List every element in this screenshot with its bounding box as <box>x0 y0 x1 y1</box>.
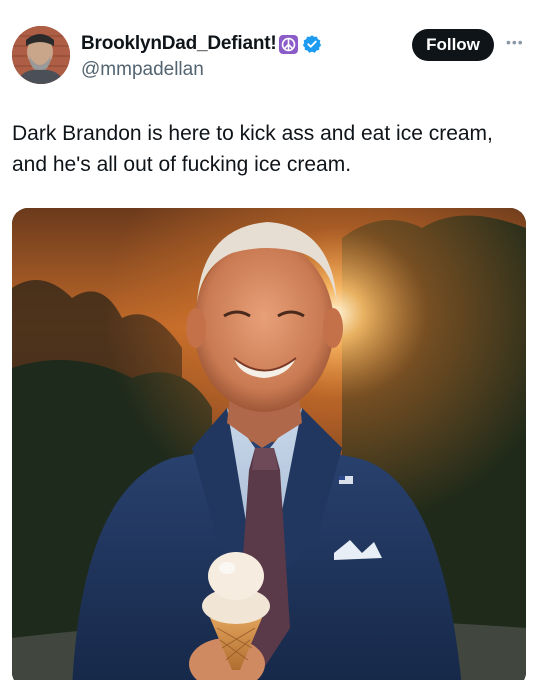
tweet-text-line-1: Dark Brandon is here to kick ass and eat… <box>12 122 493 145</box>
handle[interactable]: @mmpadellan <box>81 59 322 81</box>
name-row: BrooklynDad_Defiant! <box>81 33 322 55</box>
photo-image <box>12 208 526 680</box>
verified-badge-icon <box>302 34 322 54</box>
display-name[interactable]: BrooklynDad_Defiant! <box>81 33 277 55</box>
tweet-header: BrooklynDad_Defiant! @mmpadellan Follow … <box>12 26 526 86</box>
avatar-image <box>12 26 70 84</box>
avatar[interactable] <box>12 26 70 84</box>
tweet-photo[interactable] <box>12 208 526 680</box>
tweet-card: BrooklynDad_Defiant! @mmpadellan Follow … <box>0 0 538 680</box>
author-info: BrooklynDad_Defiant! @mmpadellan <box>81 33 322 81</box>
peace-sign-icon <box>278 34 298 54</box>
tweet-text-line-2: and he's all out of fucking ice cream. <box>12 153 352 176</box>
tweet-text: Dark Brandon is here to kick ass and eat… <box>12 118 532 180</box>
follow-button[interactable]: Follow <box>412 29 494 61</box>
more-options-icon[interactable]: ••• <box>506 35 526 49</box>
